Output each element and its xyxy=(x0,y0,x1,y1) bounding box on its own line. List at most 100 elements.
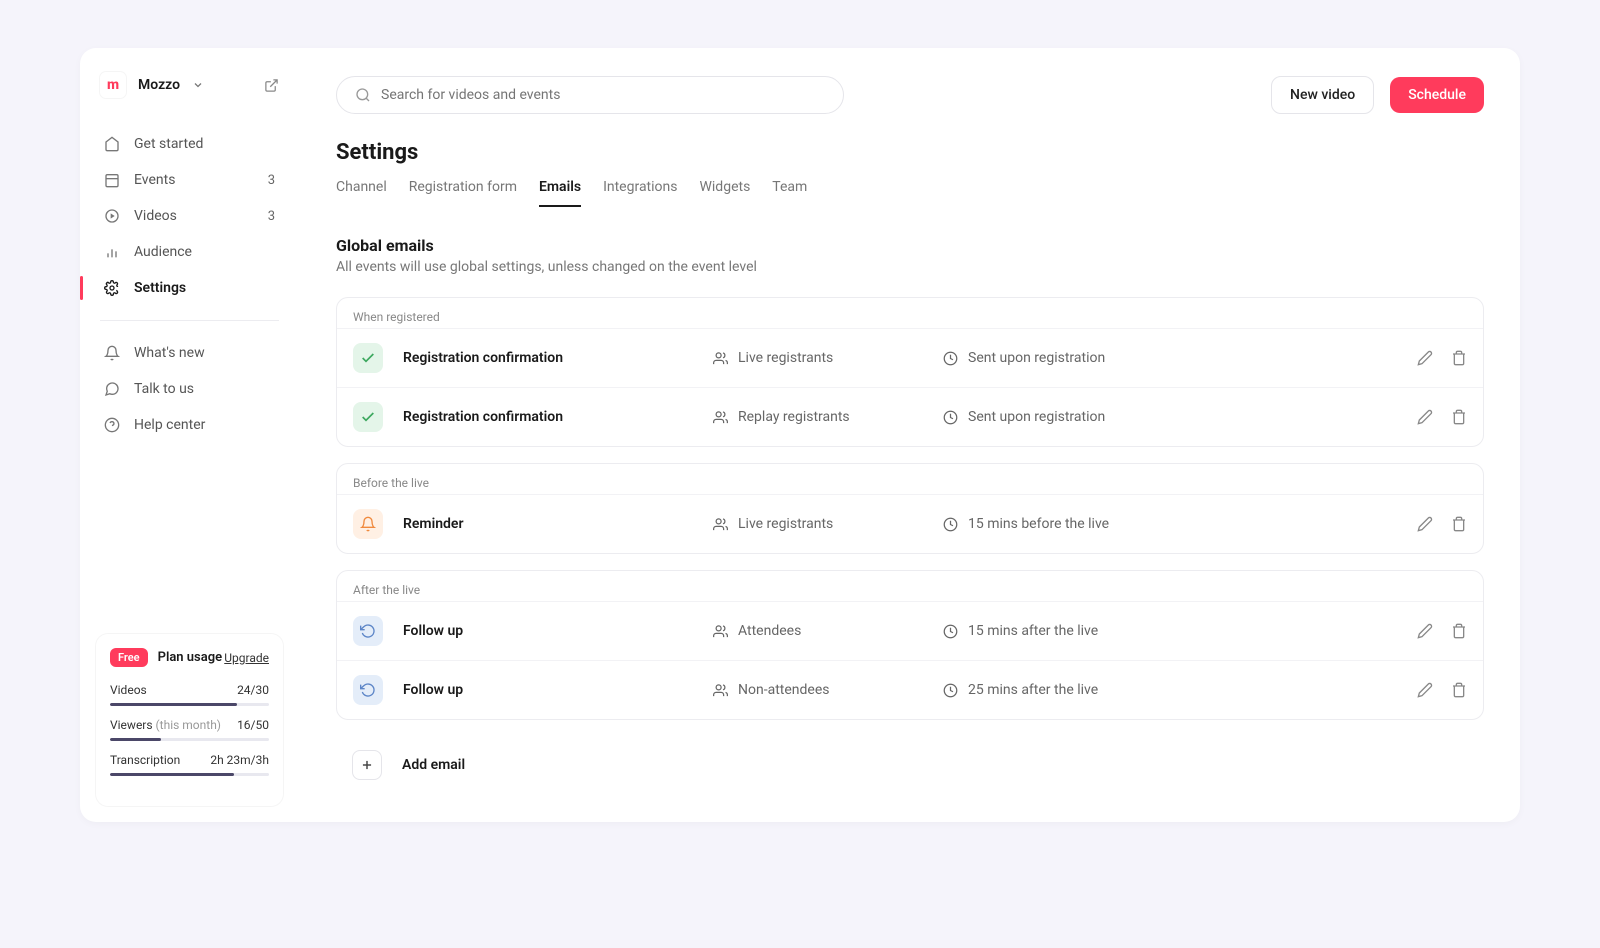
edit-icon[interactable] xyxy=(1417,516,1433,532)
replay-icon xyxy=(353,675,383,705)
section-desc: All events will use global settings, unl… xyxy=(336,259,1484,275)
gear-icon xyxy=(104,280,120,296)
bell-icon xyxy=(104,345,120,361)
nav-label: What's new xyxy=(134,345,205,361)
email-name: Reminder xyxy=(403,516,713,532)
email-audience: Replay registrants xyxy=(713,409,943,425)
nav-label: Events xyxy=(134,172,175,188)
plus-icon xyxy=(352,750,382,780)
nav-whats-new[interactable]: What's new xyxy=(96,335,283,371)
email-row[interactable]: Registration confirmation Replay registr… xyxy=(337,387,1483,446)
search-field[interactable] xyxy=(336,76,844,114)
nav-label: Talk to us xyxy=(134,381,194,397)
group-heading: When registered xyxy=(337,298,1483,328)
email-name: Follow up xyxy=(403,623,713,639)
add-email-button[interactable]: Add email xyxy=(336,736,1484,794)
delete-icon[interactable] xyxy=(1451,682,1467,698)
email-timing: Sent upon registration xyxy=(943,409,1417,425)
nav-label: Get started xyxy=(134,136,203,152)
plan-title: Plan usage xyxy=(158,650,223,665)
delete-icon[interactable] xyxy=(1451,409,1467,425)
email-name: Follow up xyxy=(403,682,713,698)
clock-icon xyxy=(943,410,958,425)
plan-usage-card: Free Plan usage Upgrade Videos 24/30 View… xyxy=(96,634,283,806)
delete-icon[interactable] xyxy=(1451,623,1467,639)
email-group: Before the live Reminder Live registrant… xyxy=(336,463,1484,554)
schedule-button[interactable]: Schedule xyxy=(1390,77,1484,113)
email-timing: 25 mins after the live xyxy=(943,682,1417,698)
new-video-button[interactable]: New video xyxy=(1271,76,1374,114)
tab-channel[interactable]: Channel xyxy=(336,179,387,207)
email-row[interactable]: Reminder Live registrants 15 mins before… xyxy=(337,494,1483,553)
workspace-switcher[interactable]: m Mozzo xyxy=(96,72,283,98)
page-title: Settings xyxy=(336,140,1484,165)
nav-count: 3 xyxy=(268,173,275,188)
play-icon xyxy=(104,208,120,224)
bell-icon xyxy=(353,509,383,539)
nav-label: Settings xyxy=(134,280,186,296)
chat-icon xyxy=(104,381,120,397)
plan-badge: Free xyxy=(110,648,148,667)
email-row[interactable]: Follow up Non-attendees 25 mins after th… xyxy=(337,660,1483,719)
plan-metric: Videos 24/30 xyxy=(110,683,269,706)
edit-icon[interactable] xyxy=(1417,350,1433,366)
main-content: New video Schedule Settings Channel Regis… xyxy=(300,48,1520,822)
settings-tabs: Channel Registration form Emails Integratio… xyxy=(336,179,1484,208)
people-icon xyxy=(713,683,728,698)
email-timing: 15 mins after the live xyxy=(943,623,1417,639)
calendar-icon xyxy=(104,172,120,188)
add-email-label: Add email xyxy=(402,757,465,773)
nav-videos[interactable]: Videos 3 xyxy=(96,198,283,234)
group-heading: After the live xyxy=(337,571,1483,601)
tab-widgets[interactable]: Widgets xyxy=(699,179,750,207)
home-icon xyxy=(104,136,120,152)
nav-help-center[interactable]: Help center xyxy=(96,407,283,443)
tab-emails[interactable]: Emails xyxy=(539,179,581,207)
tab-team[interactable]: Team xyxy=(772,179,807,207)
delete-icon[interactable] xyxy=(1451,350,1467,366)
email-timing: 15 mins before the live xyxy=(943,516,1417,532)
email-row[interactable]: Registration confirmation Live registran… xyxy=(337,328,1483,387)
nav-talk-to-us[interactable]: Talk to us xyxy=(96,371,283,407)
search-input[interactable] xyxy=(381,87,825,103)
people-icon xyxy=(713,410,728,425)
email-name: Registration confirmation xyxy=(403,409,713,425)
email-group: When registered Registration confirmatio… xyxy=(336,297,1484,447)
external-link-icon[interactable] xyxy=(264,78,279,93)
nav-get-started[interactable]: Get started xyxy=(96,126,283,162)
clock-icon xyxy=(943,351,958,366)
clock-icon xyxy=(943,683,958,698)
email-timing: Sent upon registration xyxy=(943,350,1417,366)
divider xyxy=(100,320,279,321)
upgrade-link[interactable]: Upgrade xyxy=(224,651,269,665)
email-audience: Non-attendees xyxy=(713,682,943,698)
plan-metric: Viewers (this month)16/50 xyxy=(110,718,269,741)
nav-events[interactable]: Events 3 xyxy=(96,162,283,198)
plan-metric: Transcription 2h 23m/3h xyxy=(110,753,269,776)
help-icon xyxy=(104,417,120,433)
nav-settings[interactable]: Settings xyxy=(96,270,283,306)
email-audience: Attendees xyxy=(713,623,943,639)
nav-label: Help center xyxy=(134,417,205,433)
nav-label: Audience xyxy=(134,244,192,260)
replay-icon xyxy=(353,616,383,646)
group-heading: Before the live xyxy=(337,464,1483,494)
tab-integrations[interactable]: Integrations xyxy=(603,179,677,207)
people-icon xyxy=(713,624,728,639)
edit-icon[interactable] xyxy=(1417,409,1433,425)
tab-registration-form[interactable]: Registration form xyxy=(409,179,517,207)
email-audience: Live registrants xyxy=(713,350,943,366)
section-title: Global emails xyxy=(336,236,1484,255)
delete-icon[interactable] xyxy=(1451,516,1467,532)
email-row[interactable]: Follow up Attendees 15 mins after the li… xyxy=(337,601,1483,660)
email-group: After the live Follow up Attendees 15 mi… xyxy=(336,570,1484,720)
nav-audience[interactable]: Audience xyxy=(96,234,283,270)
edit-icon[interactable] xyxy=(1417,623,1433,639)
clock-icon xyxy=(943,517,958,532)
nav-label: Videos xyxy=(134,208,177,224)
clock-icon xyxy=(943,624,958,639)
check-icon xyxy=(353,402,383,432)
edit-icon[interactable] xyxy=(1417,682,1433,698)
workspace-logo: m xyxy=(100,72,126,98)
email-name: Registration confirmation xyxy=(403,350,713,366)
